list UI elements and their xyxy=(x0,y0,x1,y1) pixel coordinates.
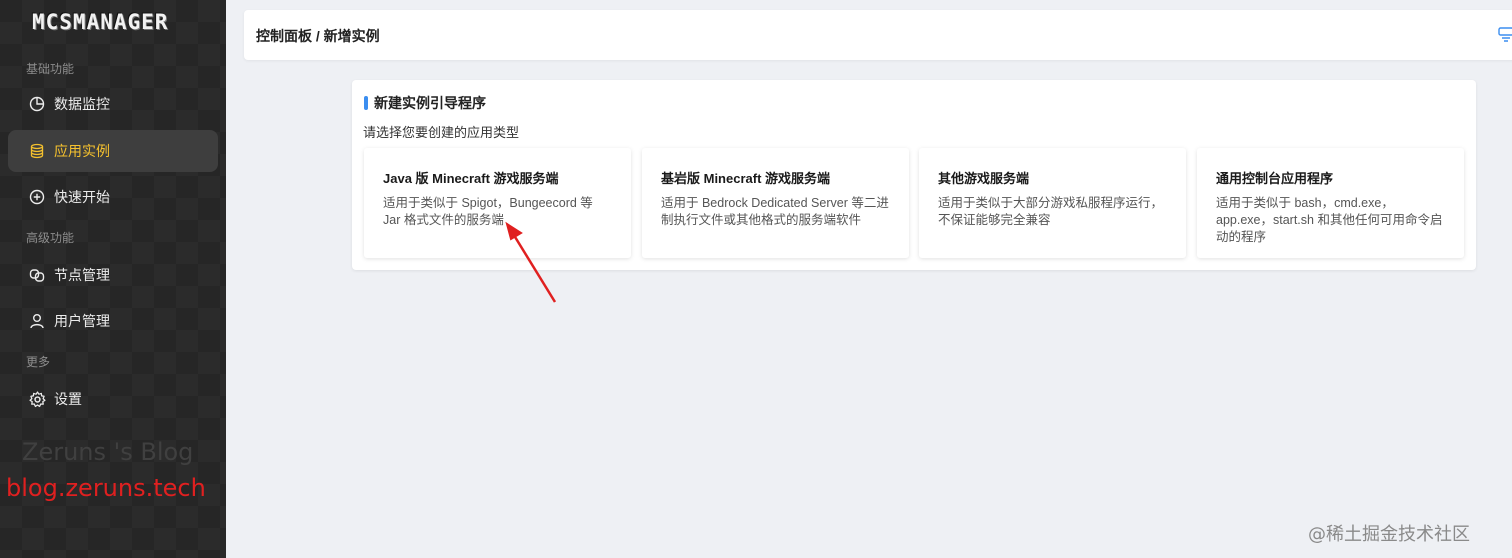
user-icon xyxy=(28,312,46,330)
new-instance-wizard-panel: 新建实例引导程序 请选择您要创建的应用类型 Java 版 Minecraft 游… xyxy=(352,80,1476,270)
sidebar-item-label: 用户管理 xyxy=(54,313,110,329)
blog-watermark-name: Zeruns 's Blog xyxy=(22,438,194,466)
sidebar: MCSMANAGER 基础功能 数据监控 应用实例 快速开始 高级功能 节点管理… xyxy=(0,0,226,558)
layout-toggle-icon[interactable] xyxy=(1498,26,1512,46)
app-type-card-java[interactable]: Java 版 Minecraft 游戏服务端 适用于类似于 Spigot，Bun… xyxy=(364,148,631,258)
app-type-card-bedrock[interactable]: 基岩版 Minecraft 游戏服务端 适用于 Bedrock Dedicate… xyxy=(642,148,909,258)
blog-watermark-url: blog.zeruns.tech xyxy=(6,474,206,502)
sidebar-item-label: 快速开始 xyxy=(54,189,110,205)
card-title: Java 版 Minecraft 游戏服务端 xyxy=(383,171,559,186)
sidebar-item-node-management[interactable]: 节点管理 xyxy=(8,254,218,296)
card-description: 适用于类似于 bash，cmd.exe，app.exe，start.sh 和其他… xyxy=(1216,196,1443,244)
panel-title: 新建实例引导程序 xyxy=(364,93,486,113)
sidebar-item-label: 应用实例 xyxy=(54,143,110,159)
cluster-icon xyxy=(28,266,46,284)
juejin-watermark: @稀土掘金技术社区 xyxy=(1308,524,1470,545)
section-title-basic: 基础功能 xyxy=(26,62,75,76)
panel-title-text: 新建实例引导程序 xyxy=(374,95,486,111)
sidebar-item-app-instances[interactable]: 应用实例 xyxy=(8,130,218,172)
card-title: 其他游戏服务端 xyxy=(938,171,1030,186)
card-description: 适用于类似于大部分游戏私服程序运行，不保证能够完全兼容 xyxy=(938,196,1164,227)
app-type-card-console[interactable]: 通用控制台应用程序 适用于类似于 bash，cmd.exe，app.exe，st… xyxy=(1197,148,1464,258)
sidebar-item-user-management[interactable]: 用户管理 xyxy=(8,300,218,342)
app-logo[interactable]: MCSMANAGER xyxy=(32,10,168,34)
card-description: 适用于 Bedrock Dedicated Server 等二进制执行文件或其他… xyxy=(661,196,889,227)
sidebar-item-label: 节点管理 xyxy=(54,267,110,283)
database-icon xyxy=(28,142,46,160)
breadcrumb: 控制面板 / 新增实例 xyxy=(256,28,380,44)
title-accent-bar xyxy=(364,96,368,110)
card-title: 基岩版 Minecraft 游戏服务端 xyxy=(661,171,831,186)
section-title-advanced: 高级功能 xyxy=(26,231,75,245)
gear-icon xyxy=(28,390,46,408)
sidebar-item-label: 数据监控 xyxy=(54,96,110,112)
app-type-card-other-game[interactable]: 其他游戏服务端 适用于类似于大部分游戏私服程序运行，不保证能够完全兼容 xyxy=(919,148,1186,258)
sidebar-item-quick-start[interactable]: 快速开始 xyxy=(8,176,218,218)
header-bar: 控制面板 / 新增实例 xyxy=(244,10,1512,60)
sidebar-item-data-monitor[interactable]: 数据监控 xyxy=(8,83,218,125)
sidebar-item-settings[interactable]: 设置 xyxy=(8,378,218,420)
card-description: 适用于类似于 Spigot，Bungeecord 等 Jar 格式文件的服务端 xyxy=(383,196,593,227)
panel-subtitle: 请选择您要创建的应用类型 xyxy=(363,125,520,140)
card-title: 通用控制台应用程序 xyxy=(1216,171,1334,186)
plus-circle-icon xyxy=(28,188,46,206)
sidebar-item-label: 设置 xyxy=(54,391,82,407)
pie-chart-icon xyxy=(28,95,46,113)
section-title-more: 更多 xyxy=(26,355,51,369)
